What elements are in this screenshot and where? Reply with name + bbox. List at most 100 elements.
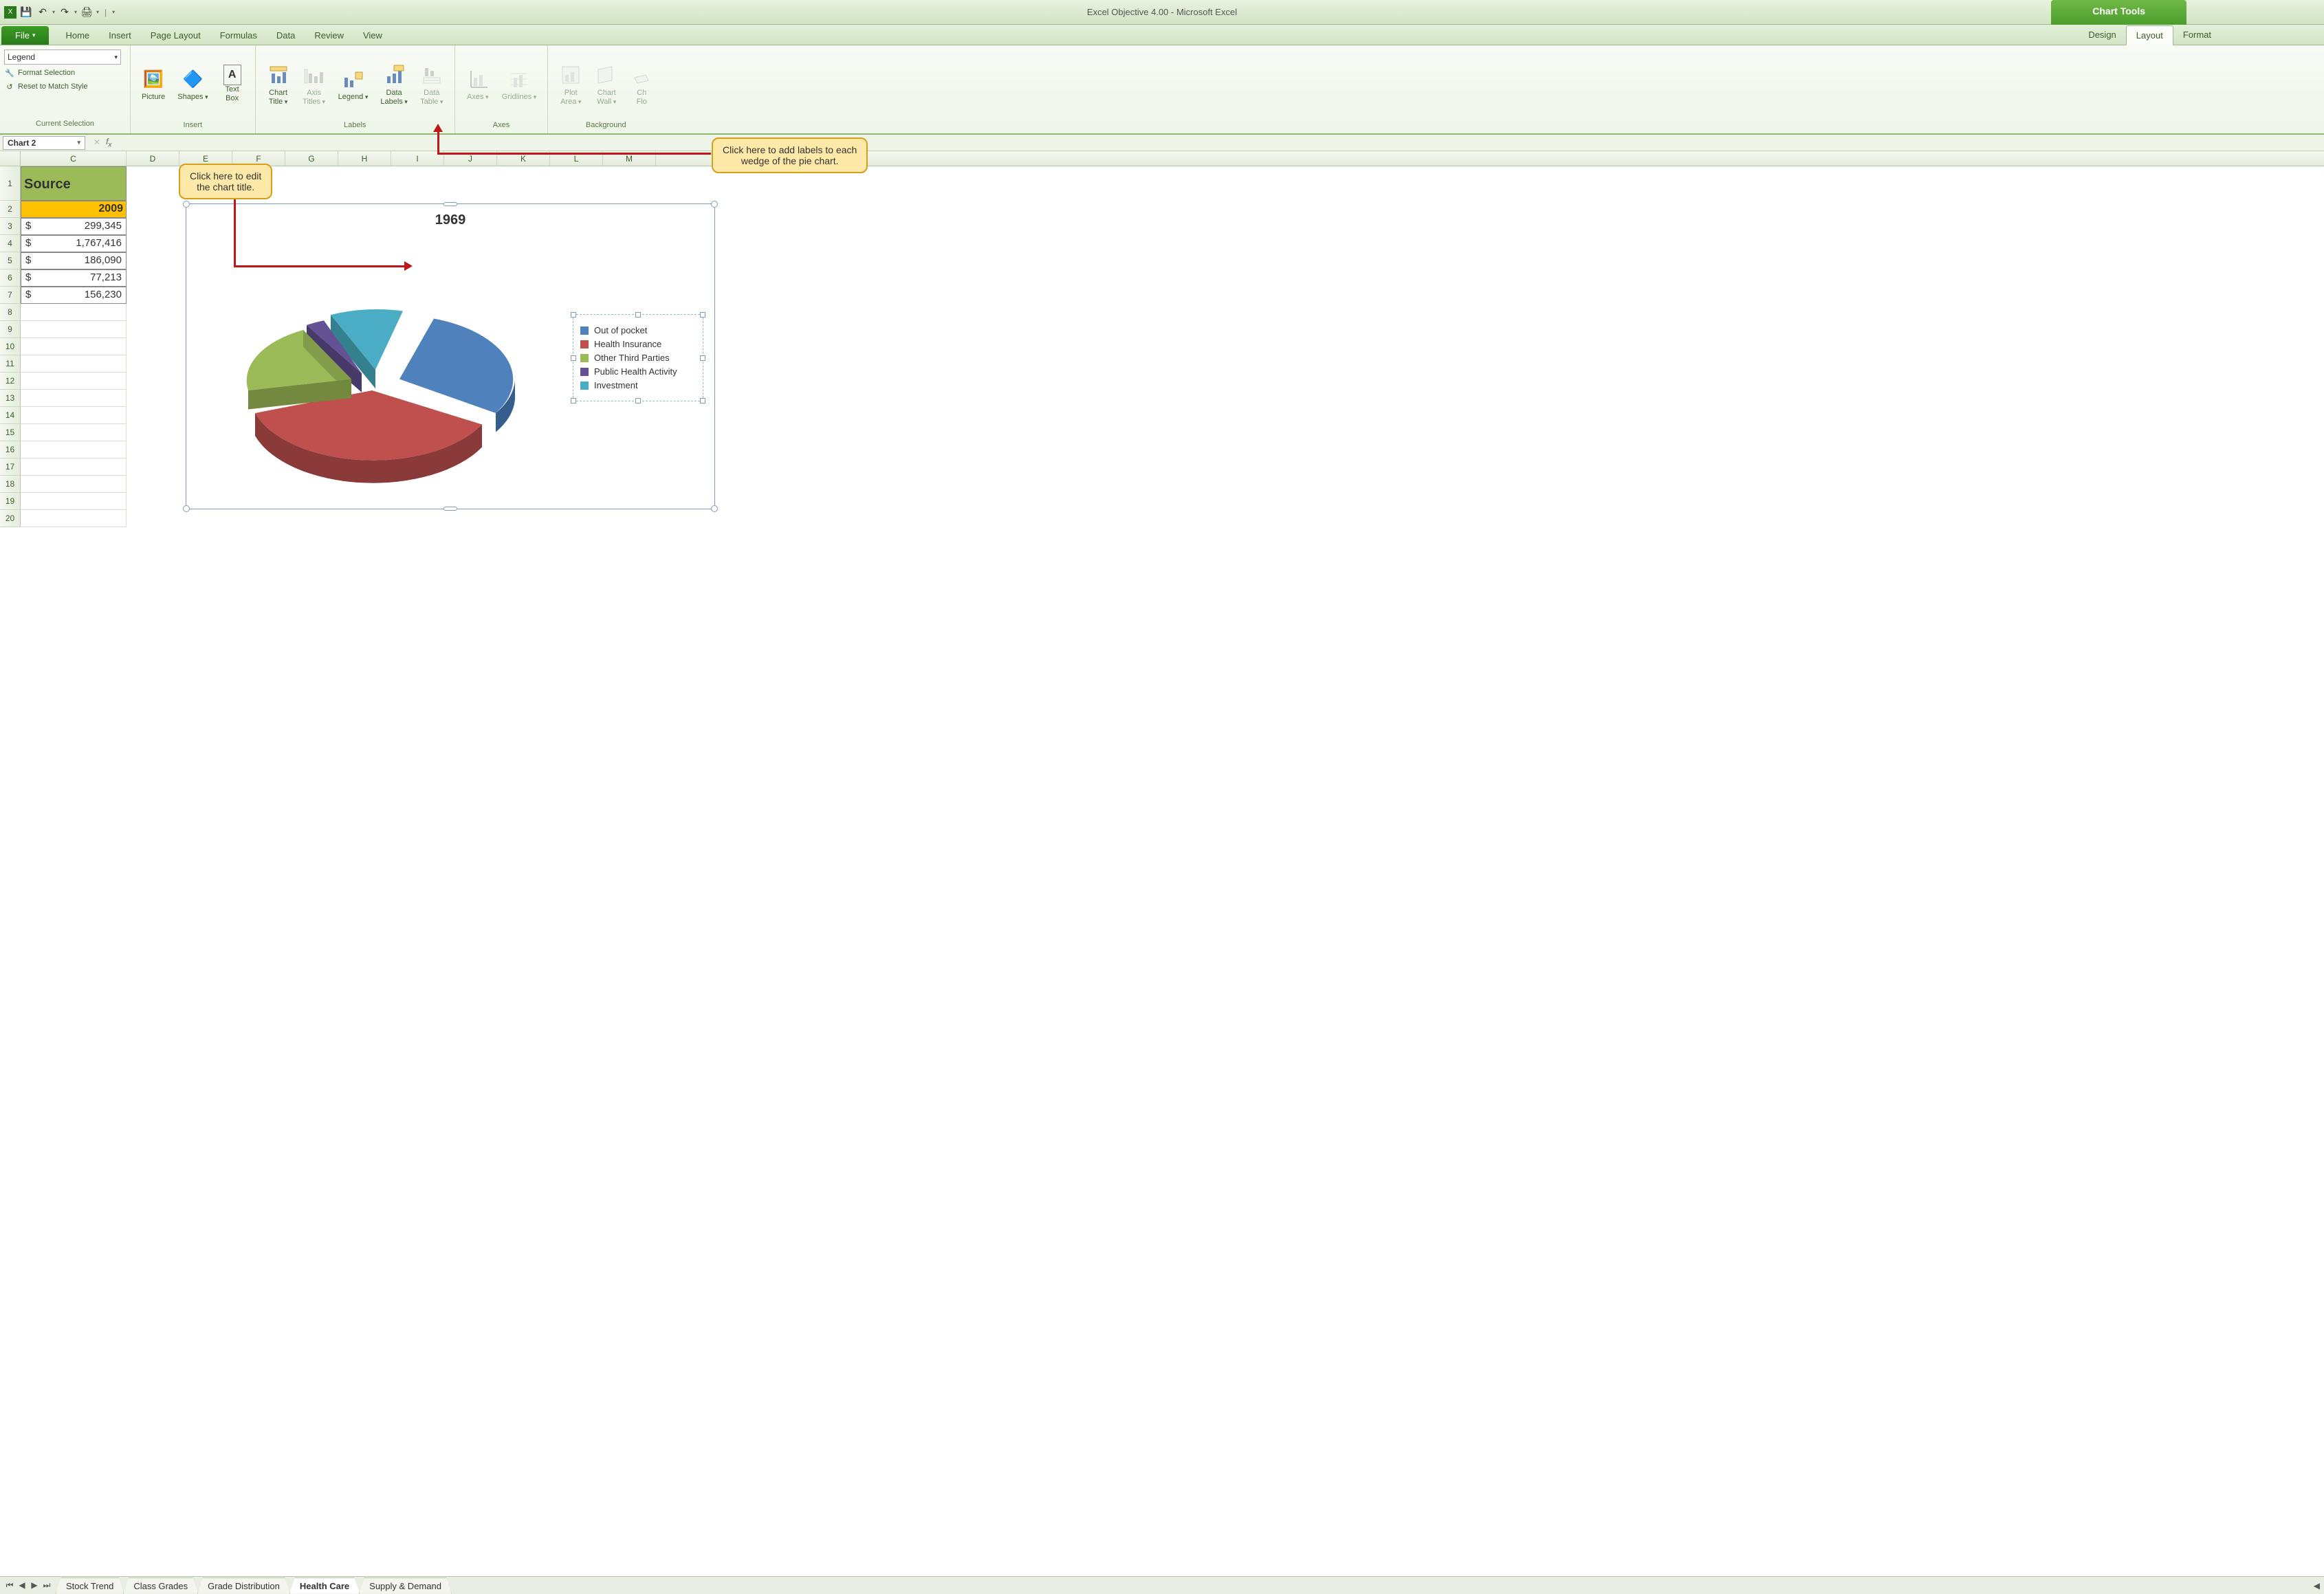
- tab-design[interactable]: Design: [2079, 25, 2125, 45]
- col-header-d[interactable]: D: [127, 151, 179, 166]
- cell-empty[interactable]: [21, 441, 127, 458]
- sheet-tab-class-grades[interactable]: Class Grades: [123, 1578, 198, 1594]
- cell-empty[interactable]: [21, 458, 127, 476]
- row-header-11[interactable]: 11: [0, 355, 21, 373]
- chart-handle[interactable]: [711, 201, 718, 208]
- cell-empty[interactable]: [21, 338, 127, 355]
- cell-empty[interactable]: [21, 407, 127, 424]
- shapes-button[interactable]: 🔷 Shapes: [172, 48, 213, 120]
- tab-page-layout[interactable]: Page Layout: [141, 26, 210, 45]
- cell-empty[interactable]: [21, 390, 127, 407]
- worksheet-grid[interactable]: C D E F G H I J K L M 1 2 3 4 5 6 7 8 9 …: [0, 151, 2324, 527]
- save-icon[interactable]: 💾: [19, 5, 33, 19]
- col-header-h[interactable]: H: [338, 151, 391, 166]
- format-selection-button[interactable]: 🔧 Format Selection: [4, 67, 126, 78]
- legend-item[interactable]: Out of pocket: [580, 325, 696, 335]
- cell-value-5[interactable]: $156,230: [21, 287, 127, 304]
- chart-wall-icon: [595, 61, 617, 89]
- cell-value-2[interactable]: $1,767,416: [21, 235, 127, 252]
- tab-review[interactable]: Review: [305, 26, 353, 45]
- row-header-15[interactable]: 15: [0, 424, 21, 441]
- tab-insert[interactable]: Insert: [99, 26, 141, 45]
- sheet-tab-stock-trend[interactable]: Stock Trend: [56, 1578, 124, 1594]
- row-header-1[interactable]: 1: [0, 166, 21, 201]
- sheet-nav-next-icon[interactable]: ▶: [29, 1580, 40, 1591]
- gridlines-icon: [508, 65, 530, 93]
- reset-style-button[interactable]: ↺ Reset to Match Style: [4, 81, 126, 92]
- tab-view[interactable]: View: [353, 26, 392, 45]
- horizontal-scroll-left-icon[interactable]: ◀: [2310, 1581, 2324, 1591]
- textbox-button[interactable]: A Text Box: [215, 48, 250, 120]
- row-header-19[interactable]: 19: [0, 493, 21, 510]
- row-header-4[interactable]: 4: [0, 235, 21, 252]
- sheet-nav-last-icon[interactable]: ⏭: [41, 1580, 52, 1591]
- undo-icon[interactable]: ↶: [36, 5, 50, 19]
- chart-handle[interactable]: [711, 505, 718, 512]
- tab-data[interactable]: Data: [267, 26, 305, 45]
- tab-home[interactable]: Home: [56, 26, 99, 45]
- chart-title-button[interactable]: Chart Title: [261, 48, 296, 120]
- cell-empty[interactable]: [21, 424, 127, 441]
- chart-handle[interactable]: [183, 505, 190, 512]
- chart-legend[interactable]: Out of pocket Health Insurance Other Thi…: [573, 314, 703, 401]
- legend-item[interactable]: Other Third Parties: [580, 353, 696, 363]
- redo-icon[interactable]: ↷: [58, 5, 72, 19]
- row-header-2[interactable]: 2: [0, 201, 21, 218]
- cell-empty[interactable]: [21, 493, 127, 510]
- row-header-14[interactable]: 14: [0, 407, 21, 424]
- row-header-3[interactable]: 3: [0, 218, 21, 235]
- print-icon[interactable]: 🖨: [80, 5, 94, 19]
- col-header-i[interactable]: I: [391, 151, 444, 166]
- legend-item[interactable]: Investment: [580, 380, 696, 390]
- row-header-5[interactable]: 5: [0, 252, 21, 269]
- cell-value-3[interactable]: $186,090: [21, 252, 127, 269]
- cell-empty[interactable]: [21, 355, 127, 373]
- name-box[interactable]: Chart 2▾: [3, 136, 85, 150]
- sheet-nav-prev-icon[interactable]: ◀: [17, 1580, 28, 1591]
- pie-chart[interactable]: [214, 252, 544, 493]
- chart-handle[interactable]: [183, 201, 190, 208]
- embedded-chart[interactable]: 1969: [186, 203, 715, 509]
- row-header-7[interactable]: 7: [0, 287, 21, 304]
- tab-format[interactable]: Format: [2173, 25, 2221, 45]
- cell-value-1[interactable]: $299,345: [21, 218, 127, 235]
- legend-item[interactable]: Public Health Activity: [580, 366, 696, 377]
- chart-element-selector[interactable]: Legend▾: [4, 49, 121, 65]
- tab-formulas[interactable]: Formulas: [210, 26, 267, 45]
- chart-title[interactable]: 1969: [186, 212, 714, 228]
- fx-icon[interactable]: fx: [106, 137, 111, 148]
- legend-item[interactable]: Health Insurance: [580, 339, 696, 349]
- col-header-c[interactable]: C: [21, 151, 127, 166]
- file-tab[interactable]: File▾: [1, 26, 49, 45]
- sheet-tab-grade-distribution[interactable]: Grade Distribution: [197, 1578, 290, 1594]
- col-header-g[interactable]: G: [285, 151, 338, 166]
- cell-year[interactable]: 2009: [21, 201, 127, 218]
- sheet-tab-supply-demand[interactable]: Supply & Demand: [359, 1578, 452, 1594]
- row-header-9[interactable]: 9: [0, 321, 21, 338]
- legend-button[interactable]: Legend: [333, 48, 374, 120]
- sheet-tab-health-care[interactable]: Health Care: [289, 1578, 360, 1594]
- sheet-nav-first-icon[interactable]: ⏮: [4, 1580, 15, 1591]
- row-header-13[interactable]: 13: [0, 390, 21, 407]
- cell-empty[interactable]: [21, 304, 127, 321]
- group-label-background: Background: [553, 120, 658, 131]
- chart-handle[interactable]: [443, 507, 457, 511]
- row-header-10[interactable]: 10: [0, 338, 21, 355]
- row-header-18[interactable]: 18: [0, 476, 21, 493]
- cell-empty[interactable]: [21, 373, 127, 390]
- row-header-17[interactable]: 17: [0, 458, 21, 476]
- chart-handle[interactable]: [443, 202, 457, 206]
- row-header-12[interactable]: 12: [0, 373, 21, 390]
- row-header-6[interactable]: 6: [0, 269, 21, 287]
- cell-value-4[interactable]: $77,213: [21, 269, 127, 287]
- row-header-20[interactable]: 20: [0, 510, 21, 527]
- tab-layout[interactable]: Layout: [2126, 25, 2173, 45]
- cell-empty[interactable]: [21, 510, 127, 527]
- row-header-8[interactable]: 8: [0, 304, 21, 321]
- data-labels-button[interactable]: Data Labels: [375, 48, 413, 120]
- picture-button[interactable]: 🖼️ Picture: [136, 48, 171, 120]
- cell-source-header[interactable]: Source: [21, 166, 127, 201]
- row-header-16[interactable]: 16: [0, 441, 21, 458]
- cell-empty[interactable]: [21, 476, 127, 493]
- cell-empty[interactable]: [21, 321, 127, 338]
